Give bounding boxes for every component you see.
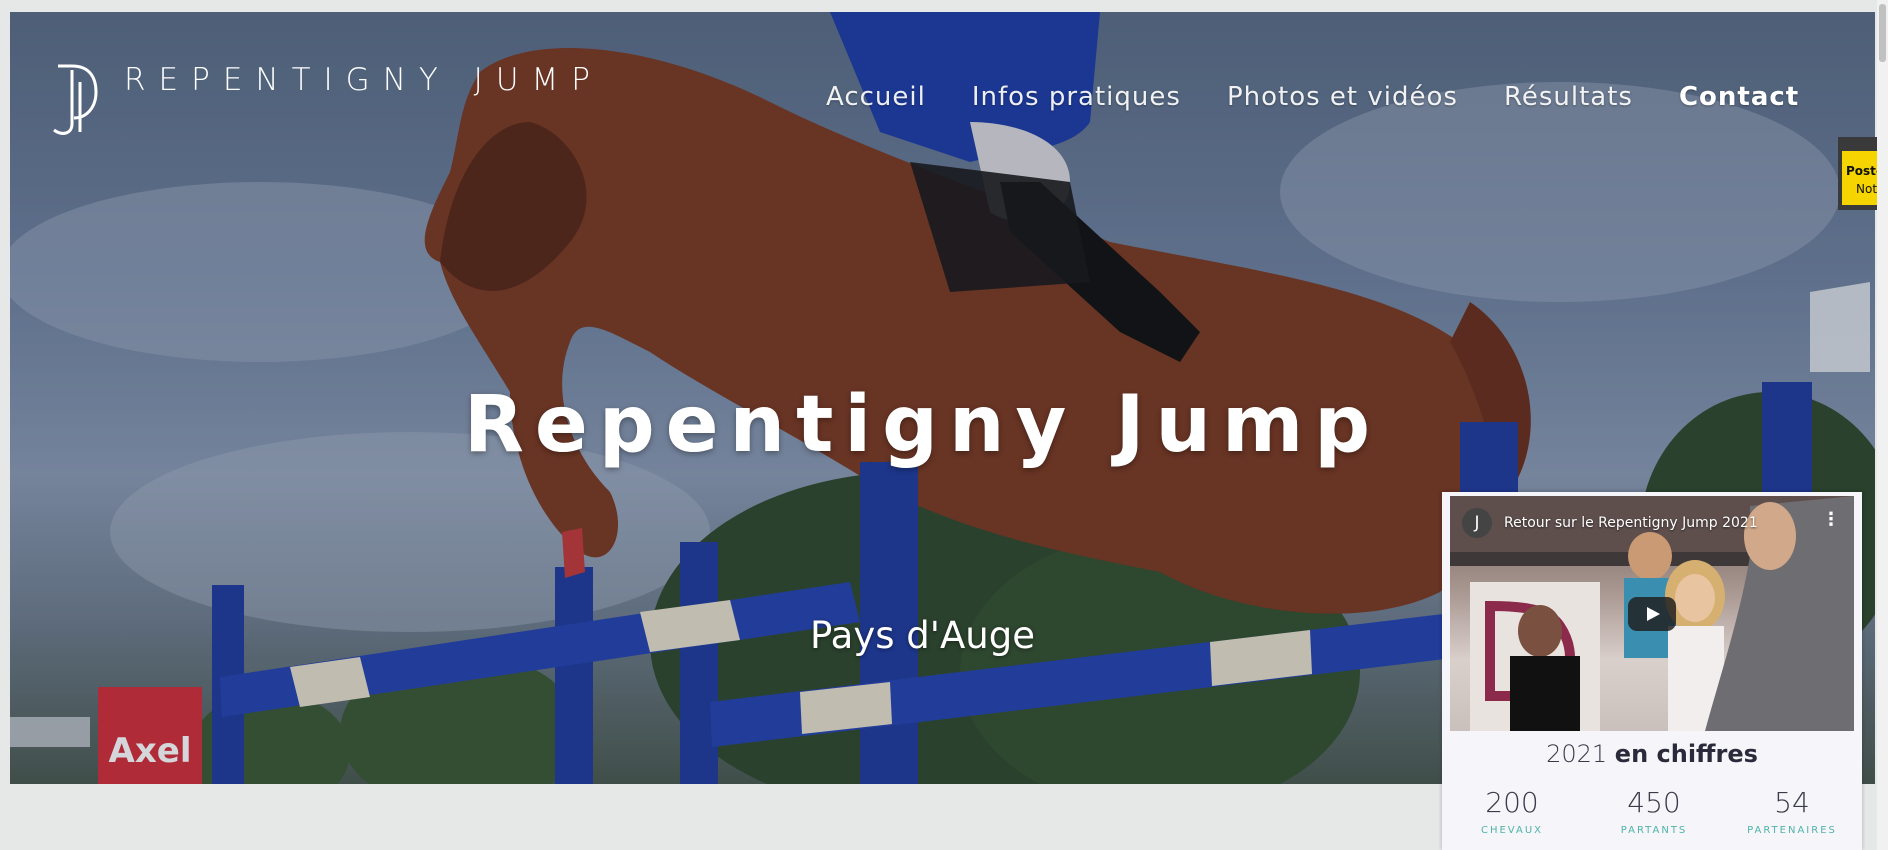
nav-item-photos-videos[interactable]: Photos et vidéos (1227, 82, 1458, 112)
stat-label: PARTANTS (1620, 825, 1688, 836)
video-stats-widget: J Retour sur le Repentigny Jump 2021 ⋮ 2… (1442, 492, 1862, 850)
page: Axel REPENTIGNY JUMP Accueil Infos prati… (0, 0, 1888, 850)
hero-title: Repentigny Jump (463, 380, 1382, 470)
stat-label: CHEVAUX (1480, 825, 1544, 836)
stats-label: en chiffres (1614, 740, 1758, 768)
site-logo[interactable]: REPENTIGNY JUMP (50, 62, 603, 138)
scrollbar-thumb[interactable] (1879, 4, 1886, 62)
nav-item-resultats[interactable]: Résultats (1504, 82, 1633, 112)
nav-item-accueil[interactable]: Accueil (826, 82, 926, 112)
main-nav: Accueil Infos pratiques Photos et vidéos… (826, 82, 1799, 112)
nav-item-infos-pratiques[interactable]: Infos pratiques (972, 82, 1181, 112)
page-scrollbar[interactable] (1877, 0, 1888, 850)
play-button[interactable] (1628, 597, 1676, 631)
stat-partenaires: 54 PARTENAIRES (1722, 786, 1862, 836)
logo-monogram-icon (53, 64, 98, 135)
stats-heading: 2021 en chiffres (1442, 740, 1862, 768)
video-more-icon[interactable]: ⋮ (1822, 510, 1840, 530)
nav-item-contact[interactable]: Contact (1679, 82, 1799, 112)
stat-partants: 450 PARTANTS (1584, 786, 1724, 836)
stat-chevaux: 200 CHEVAUX (1442, 786, 1582, 836)
channel-avatar[interactable]: J (1462, 508, 1492, 538)
video-title[interactable]: Retour sur le Repentigny Jump 2021 (1504, 515, 1758, 531)
brand-name: REPENTIGNY JUMP (124, 62, 603, 98)
stat-label: PARTENAIRES (1747, 825, 1837, 836)
stat-value: 200 (1485, 786, 1539, 819)
stats-year: 2021 (1546, 740, 1608, 768)
stat-value: 450 (1627, 786, 1681, 819)
stat-value: 54 (1774, 786, 1810, 819)
video-player[interactable]: J Retour sur le Repentigny Jump 2021 ⋮ (1450, 496, 1854, 731)
